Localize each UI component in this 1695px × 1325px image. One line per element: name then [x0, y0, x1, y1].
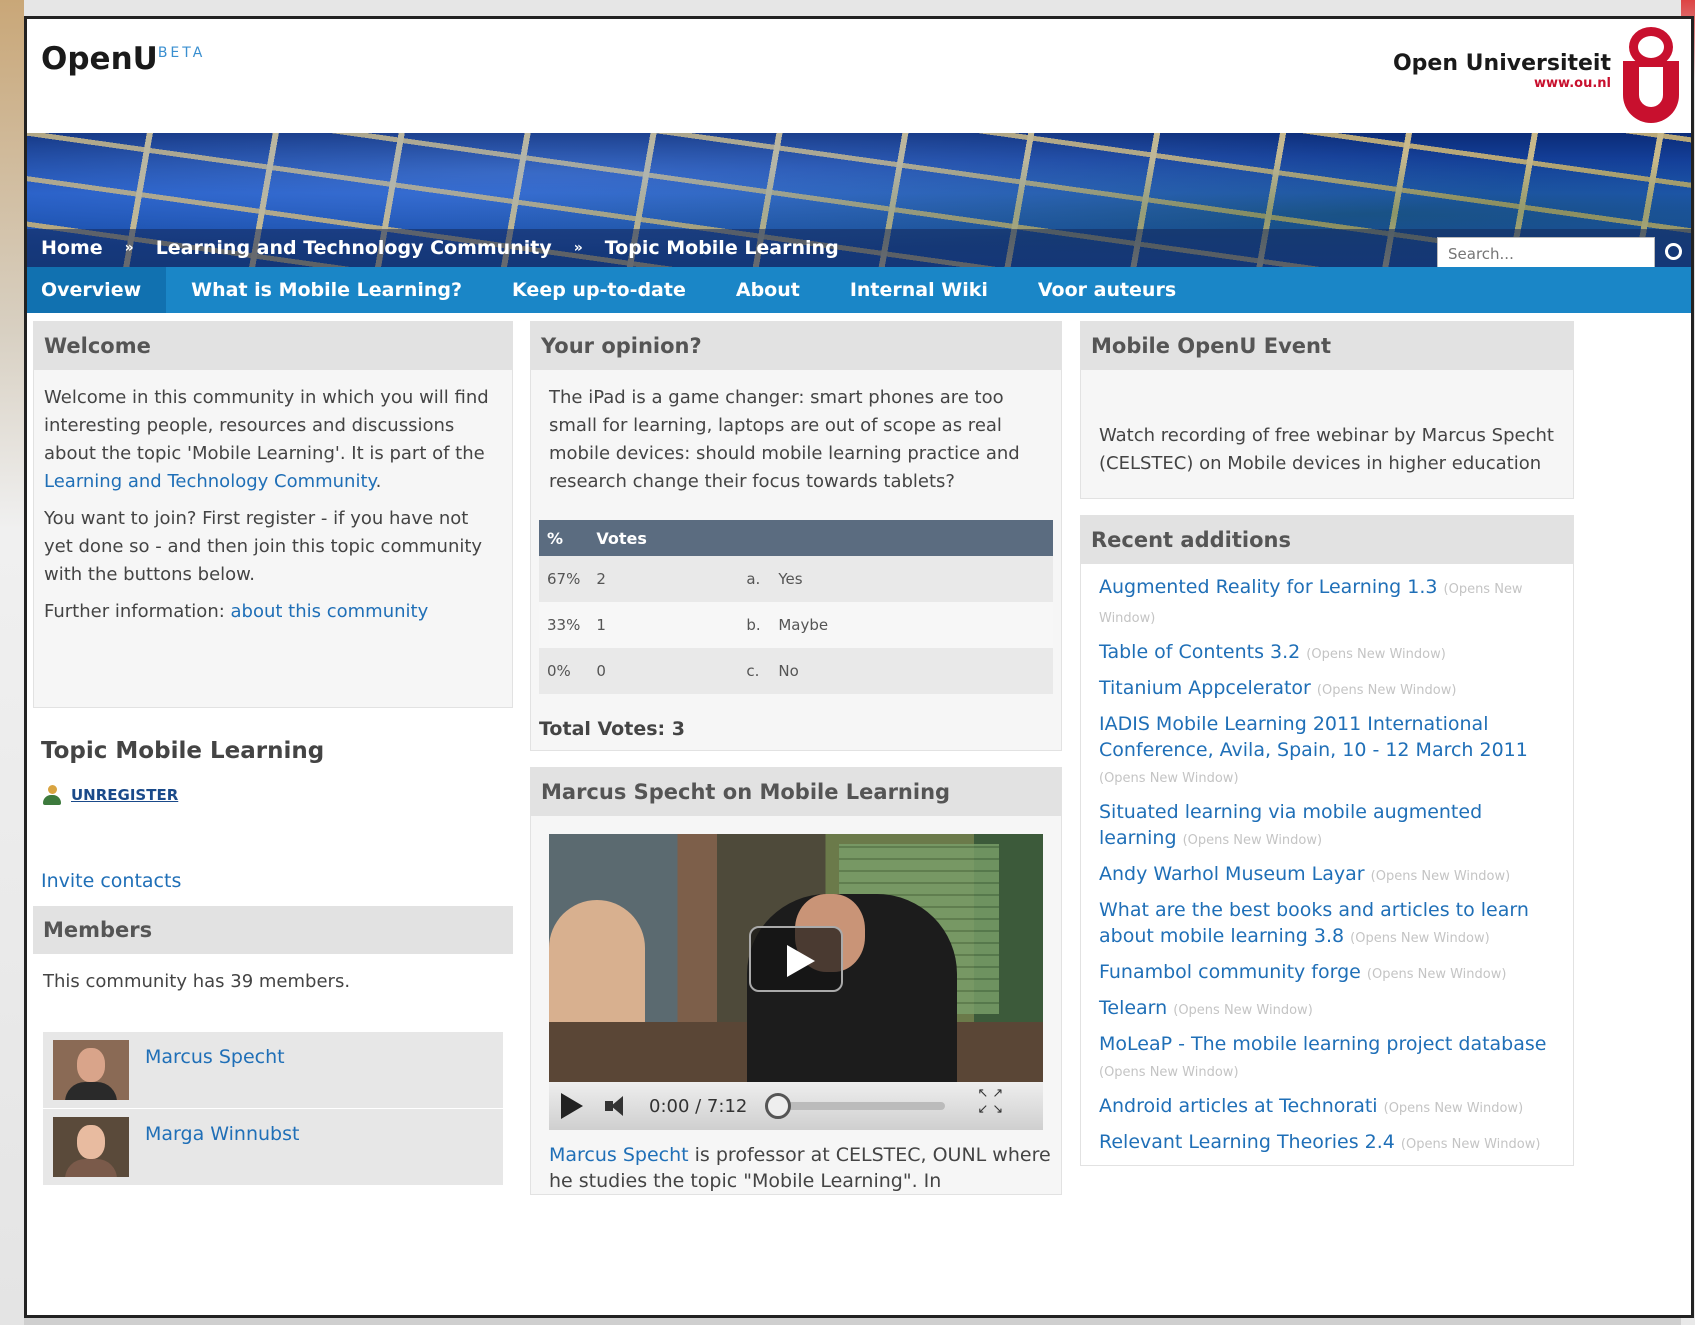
tab-voor-auteurs[interactable]: Voor auteurs [1013, 267, 1201, 313]
recent-item[interactable]: What are the best books and articles to … [1099, 897, 1561, 952]
recent-item[interactable]: MoLeaP - The mobile learning project dat… [1099, 1031, 1561, 1086]
topic-title: Topic Mobile Learning [41, 738, 325, 764]
event-title: Mobile OpenU Event [1081, 322, 1573, 370]
recent-item[interactable]: Funambol community forge (Opens New Wind… [1099, 959, 1561, 988]
left-column: Welcome Welcome in this community in whi… [33, 321, 513, 1201]
welcome-title: Welcome [34, 322, 512, 370]
video-panel: Marcus Specht on Mobile Learning 0:00 / … [530, 767, 1062, 1195]
welcome-panel: Welcome Welcome in this community in whi… [33, 321, 513, 708]
breadcrumb: Home » Learning and Technology Community… [27, 229, 1691, 267]
video-seek-bar[interactable] [765, 1093, 946, 1119]
institution-url: www.ou.nl [1534, 76, 1611, 91]
welcome-intro: Welcome in this community in which you w… [44, 387, 489, 492]
institution-name: Open Universiteit [1392, 51, 1611, 76]
play-icon[interactable] [561, 1093, 583, 1119]
search-icon[interactable] [1665, 243, 1683, 261]
member-name[interactable]: Marcus Specht [145, 1046, 285, 1068]
community-link[interactable]: Learning and Technology Community [44, 471, 376, 492]
recent-item[interactable]: Table of Contents 3.2 (Opens New Window) [1099, 639, 1561, 668]
breadcrumb-separator: » [124, 240, 134, 256]
header-banner: Home » Learning and Technology Community… [27, 133, 1691, 267]
recent-item[interactable]: IADIS Mobile Learning 2011 International… [1099, 711, 1561, 792]
tab-about[interactable]: About [711, 267, 825, 313]
member-item[interactable]: Marcus Specht [43, 1032, 503, 1108]
tab-overview[interactable]: Overview [27, 267, 167, 313]
browser-page: OpenUBETA Open Universiteit www.ou.nl Ho… [24, 16, 1694, 1318]
volume-icon[interactable] [605, 1096, 631, 1116]
search-input[interactable] [1437, 237, 1655, 267]
video-caption: Marcus Specht is professor at CELSTEC, O… [549, 1144, 1051, 1192]
event-text: Watch recording of free webinar by Marcu… [1099, 425, 1554, 474]
members-panel: Members This community has 39 members. M… [33, 906, 513, 1185]
tab-keep-up-to-date[interactable]: Keep up-to-date [487, 267, 711, 313]
fullscreen-icon[interactable] [977, 1086, 1007, 1120]
desktop-left-edge [0, 0, 24, 1325]
logo-text: OpenU [41, 41, 158, 77]
poll-results: % Votes 67% 2 a. Yes 33% 1 b. Maybe 0% 0… [539, 520, 1053, 694]
video-player[interactable]: 0:00 / 7:12 [549, 834, 1043, 1130]
openu-logo[interactable]: OpenUBETA [41, 41, 205, 77]
main-nav: Overview What is Mobile Learning? Keep u… [27, 267, 1691, 313]
member-name[interactable]: Marga Winnubst [145, 1123, 299, 1145]
content-area: Welcome Welcome in this community in whi… [27, 313, 1691, 1313]
member-item[interactable]: Marga Winnubst [43, 1109, 503, 1185]
poll-question: The iPad is a game changer: smart phones… [549, 387, 1020, 492]
poll-header-votes: Votes [588, 520, 1053, 556]
tab-what-is-mobile-learning[interactable]: What is Mobile Learning? [166, 267, 487, 313]
recent-item[interactable]: Android articles at Technorati (Opens Ne… [1099, 1093, 1561, 1122]
further-info: Further information: about this communit… [44, 601, 429, 622]
recent-item[interactable]: Andy Warhol Museum Layar (Opens New Wind… [1099, 861, 1561, 890]
about-community-link[interactable]: about this community [231, 601, 429, 622]
user-icon [41, 784, 63, 806]
poll-panel: Your opinion? The iPad is a game changer… [530, 321, 1062, 751]
right-column: Mobile OpenU Event Watch recording of fr… [1080, 321, 1574, 1182]
breadcrumb-home[interactable]: Home [41, 237, 103, 259]
poll-row: 33% 1 b. Maybe [539, 602, 1053, 648]
event-panel: Mobile OpenU Event Watch recording of fr… [1080, 321, 1574, 499]
author-link[interactable]: Marcus Specht [549, 1144, 689, 1166]
desktop-background [0, 0, 1695, 16]
recent-item[interactable]: Relevant Learning Theories 2.4 (Opens Ne… [1099, 1129, 1561, 1158]
tab-internal-wiki[interactable]: Internal Wiki [825, 267, 1013, 313]
poll-total: Total Votes: 3 [539, 718, 685, 740]
ou-emblem-icon [1623, 27, 1679, 123]
recent-item[interactable]: Situated learning via mobile augmented l… [1099, 799, 1561, 854]
breadcrumb-topic[interactable]: Topic Mobile Learning [605, 237, 839, 259]
recent-list: Augmented Reality for Learning 1.3 (Open… [1081, 564, 1573, 1158]
video-time: 0:00 / 7:12 [649, 1095, 748, 1117]
poll-title: Your opinion? [531, 322, 1061, 370]
recent-item[interactable]: Augmented Reality for Learning 1.3 (Open… [1099, 574, 1561, 632]
video-title: Marcus Specht on Mobile Learning [531, 768, 1061, 816]
avatar [53, 1040, 129, 1100]
join-instructions: You want to join? First register - if yo… [44, 508, 483, 585]
beta-badge: BETA [157, 45, 206, 61]
recent-item[interactable]: Titanium Appcelerator (Opens New Window) [1099, 675, 1561, 704]
recent-panel: Recent additions Augmented Reality for L… [1080, 515, 1574, 1166]
member-count: This community has 39 members. [43, 971, 351, 992]
poll-row: 67% 2 a. Yes [539, 556, 1053, 602]
poll-header-percent: % [539, 520, 589, 556]
breadcrumb-community[interactable]: Learning and Technology Community [156, 237, 552, 259]
play-overlay-icon[interactable] [749, 926, 843, 992]
open-universiteit-logo[interactable]: Open Universiteit www.ou.nl [1393, 27, 1679, 123]
members-title: Members [33, 906, 513, 954]
recent-item[interactable]: Telearn (Opens New Window) [1099, 995, 1561, 1024]
poll-row: 0% 0 c. No [539, 648, 1053, 694]
middle-column: Your opinion? The iPad is a game changer… [530, 321, 1062, 1211]
unregister-button[interactable]: UNREGISTER [41, 784, 505, 806]
breadcrumb-separator: » [573, 240, 583, 256]
site-header: OpenUBETA Open Universiteit www.ou.nl [27, 19, 1691, 133]
recent-title: Recent additions [1081, 516, 1573, 564]
invite-contacts-link[interactable]: Invite contacts [41, 870, 505, 892]
unregister-label: UNREGISTER [71, 786, 179, 804]
avatar [53, 1117, 129, 1177]
seek-handle[interactable] [765, 1093, 792, 1119]
video-controls: 0:00 / 7:12 [549, 1082, 1043, 1130]
